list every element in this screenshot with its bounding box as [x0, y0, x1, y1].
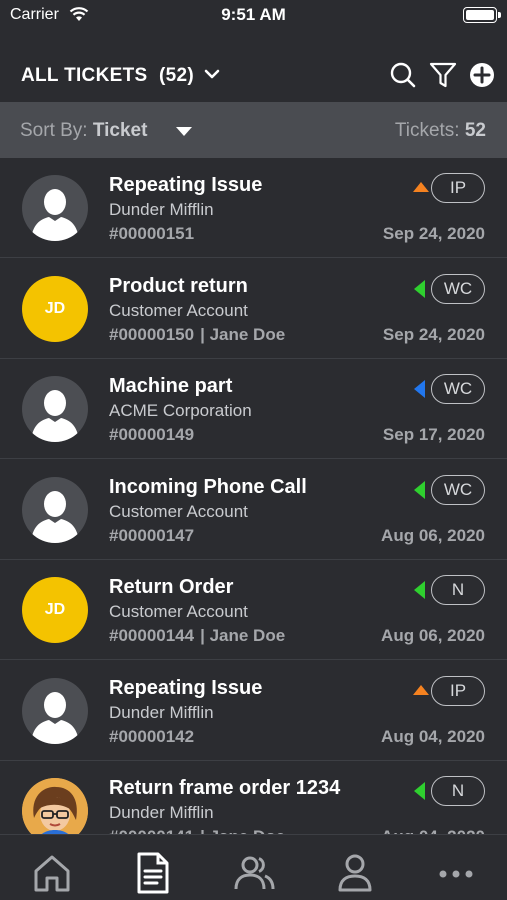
- clock: 9:51 AM: [221, 5, 286, 24]
- ticket-account: Dunder Mifflin: [109, 702, 214, 722]
- ticket-date: Aug 06, 2020: [381, 626, 485, 645]
- sort-value: Ticket: [92, 120, 148, 141]
- ticket-number: #00000141: [109, 827, 194, 834]
- search-icon[interactable]: [388, 60, 418, 90]
- tickets-count-value: 52: [464, 120, 486, 141]
- header: ALL TICKETS (52): [0, 32, 507, 102]
- ticket-list[interactable]: Repeating Issue Dunder Mifflin #00000151 Se…: [0, 158, 507, 834]
- ticket-date: Sep 24, 2020: [382, 324, 485, 344]
- ticket-number-line: #00000141 | Jane Doe: [109, 827, 285, 834]
- chevron-down-icon[interactable]: [204, 68, 220, 86]
- tab-more[interactable]: [434, 851, 478, 895]
- priority-left-arrow-icon: [414, 380, 425, 398]
- status-badge: IP: [431, 173, 485, 203]
- priority-left-arrow-icon: [414, 782, 425, 800]
- ticket-row[interactable]: Return frame order 1234 Dunder Mifflin #00…: [0, 761, 507, 834]
- avatar: [22, 476, 88, 543]
- ticket-number: #00000142: [109, 726, 195, 746]
- status-badge: IP: [431, 675, 485, 706]
- ticket-title: Return frame order 1234: [109, 777, 341, 799]
- ticket-number: #00000150: [109, 324, 195, 344]
- priority-left-arrow-icon: [414, 581, 425, 599]
- ticket-number: #00000147: [109, 525, 195, 545]
- ticket-assignee: | Jane Doe: [200, 626, 286, 645]
- ticket-account: Customer Account: [109, 602, 248, 621]
- ticket-row[interactable]: JD Return Order Customer Account #00000144 |…: [0, 560, 507, 660]
- ticket-count: (52): [159, 65, 195, 86]
- ticket-number: #00000144: [109, 626, 195, 645]
- more-icon: [434, 870, 478, 899]
- ticket-assignee: | Jane Doe: [200, 324, 286, 344]
- ticket-date: Aug 04, 2020: [381, 827, 485, 834]
- avatar: [22, 376, 88, 442]
- ticket-number-line: #00000142: [109, 727, 194, 747]
- status-badge: WC: [431, 474, 485, 505]
- priority-left-arrow-icon: [414, 279, 425, 298]
- ticket-account: ACME Corporation: [109, 401, 252, 420]
- avatar: JD: [22, 275, 88, 342]
- ticket-date: Sep 17, 2020: [382, 425, 485, 444]
- tab-contacts[interactable]: [232, 851, 276, 895]
- sort-dropdown[interactable]: Sort By: Ticket: [20, 120, 147, 142]
- status-badge: WC: [431, 273, 485, 304]
- ticket-title: Repeating Issue: [109, 174, 263, 196]
- ticket-number-line: #00000150 | Jane Doe: [109, 325, 285, 345]
- sort-label: Sort By:: [20, 120, 88, 141]
- ticket-assignee: | Jane Doe: [200, 827, 285, 834]
- priority-left-arrow-icon: [414, 480, 425, 499]
- priority-up-arrow-icon: [413, 182, 429, 192]
- avatar: [22, 175, 88, 241]
- ticket-account: Customer Account: [109, 300, 248, 320]
- sort-bar: Sort By: Ticket Tickets: 52: [0, 102, 507, 158]
- tab-bar: [0, 834, 507, 900]
- ticket-number: #00000151: [109, 224, 195, 243]
- home-icon: [30, 855, 74, 899]
- add-ticket-icon[interactable]: [467, 60, 497, 90]
- caret-down-icon[interactable]: [176, 127, 192, 136]
- user-icon: [333, 854, 377, 899]
- tickets-count: Tickets: 52: [395, 120, 486, 142]
- status-badge: N: [431, 776, 485, 806]
- tab-tickets[interactable]: [131, 851, 175, 895]
- avatar: JD: [22, 577, 88, 643]
- tickets-count-label: Tickets:: [394, 120, 460, 141]
- status-bar: Carrier 9:51 AM: [0, 0, 507, 32]
- ticket-row[interactable]: Machine part ACME Corporation #00000149 Sep…: [0, 359, 507, 459]
- document-icon: [131, 852, 175, 899]
- status-badge: WC: [431, 374, 485, 404]
- avatar: [22, 778, 88, 834]
- status-badge: N: [431, 575, 485, 605]
- ticket-number-line: #00000149: [109, 425, 194, 445]
- ticket-title: Incoming Phone Call: [109, 475, 307, 498]
- ticket-title: Product return: [109, 274, 248, 297]
- ticket-row[interactable]: Incoming Phone Call Customer Account #0000…: [0, 460, 507, 560]
- ticket-account: Dunder Mifflin: [109, 200, 214, 219]
- tab-home[interactable]: [30, 851, 74, 895]
- page-title-label: ALL TICKETS: [21, 65, 148, 86]
- avatar: [22, 677, 88, 744]
- ticket-account: Dunder Mifflin: [109, 803, 214, 822]
- ticket-date: Aug 06, 2020: [381, 525, 485, 545]
- ticket-date: Aug 04, 2020: [381, 726, 485, 746]
- ticket-number-line: #00000151: [109, 224, 194, 244]
- ticket-title: Machine part: [109, 375, 233, 397]
- users-icon: [232, 856, 276, 899]
- ticket-title: Repeating Issue: [109, 676, 263, 699]
- page-title[interactable]: ALL TICKETS (52): [21, 65, 194, 87]
- ticket-row[interactable]: Repeating Issue Dunder Mifflin #00000142 Au…: [0, 661, 507, 761]
- filter-icon[interactable]: [428, 60, 458, 90]
- ticket-number: #00000149: [109, 425, 195, 444]
- ticket-row[interactable]: Repeating Issue Dunder Mifflin #00000151 Se…: [0, 158, 507, 258]
- ticket-account: Customer Account: [109, 501, 248, 521]
- tab-profile[interactable]: [333, 851, 377, 895]
- ticket-title: Return Order: [109, 576, 234, 598]
- ticket-number-line: #00000147: [109, 526, 194, 546]
- battery-icon: [463, 7, 501, 23]
- priority-up-arrow-icon: [413, 684, 429, 695]
- ticket-row[interactable]: JD Product return Customer Account #0000015…: [0, 259, 507, 359]
- ticket-date: Sep 24, 2020: [382, 224, 485, 243]
- ticket-number-line: #00000144 | Jane Doe: [109, 626, 285, 646]
